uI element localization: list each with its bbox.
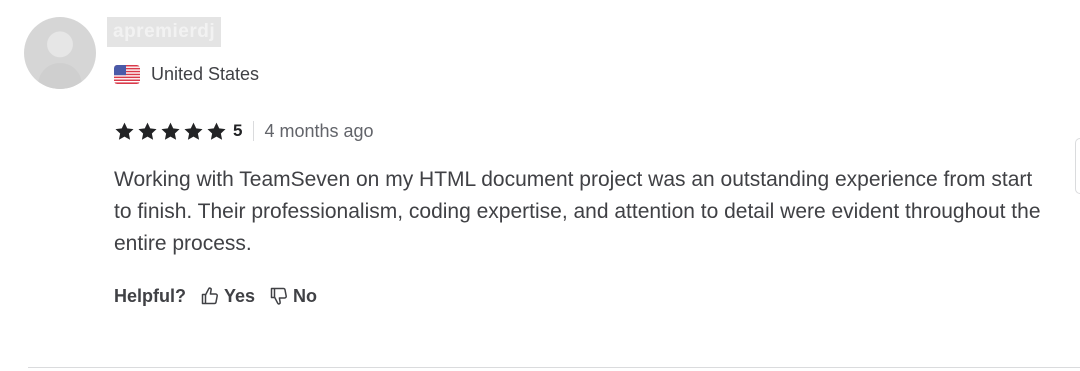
rating-score: 5 [233,121,243,140]
username[interactable]: apremierdj [107,17,222,47]
star-icon [138,122,157,140]
reviewer-country: United States [114,64,259,85]
review-card: apremierdj United States 5 4 months ago … [0,0,1080,371]
review-text: Working with TeamSeven on my HTML docume… [114,168,1041,255]
avatar[interactable] [24,17,96,89]
rating-divider [253,121,255,141]
thumbs-up-icon [201,287,218,305]
star-icon [207,122,226,140]
helpful-yes-button[interactable]: Yes [200,286,255,307]
star-icon [184,122,203,140]
helpful-no-button[interactable]: No [269,286,317,307]
review-time: 4 months ago [264,120,374,141]
helpful-row: Helpful? Yes No [114,284,331,308]
review-separator [28,367,1080,368]
helpful-no-label: No [293,285,318,306]
helpful-yes-label: Yes [224,285,256,306]
thumbs-down-icon [270,287,288,305]
star-rating [114,121,229,142]
helpful-label: Helpful? [114,285,186,306]
country-name: United States [151,64,260,84]
us-flag-icon [114,65,140,84]
scroll-edge-handle[interactable] [1075,138,1080,194]
star-icon [115,122,134,140]
star-icon [161,122,180,140]
rating-row: 5 4 months ago [114,118,374,144]
